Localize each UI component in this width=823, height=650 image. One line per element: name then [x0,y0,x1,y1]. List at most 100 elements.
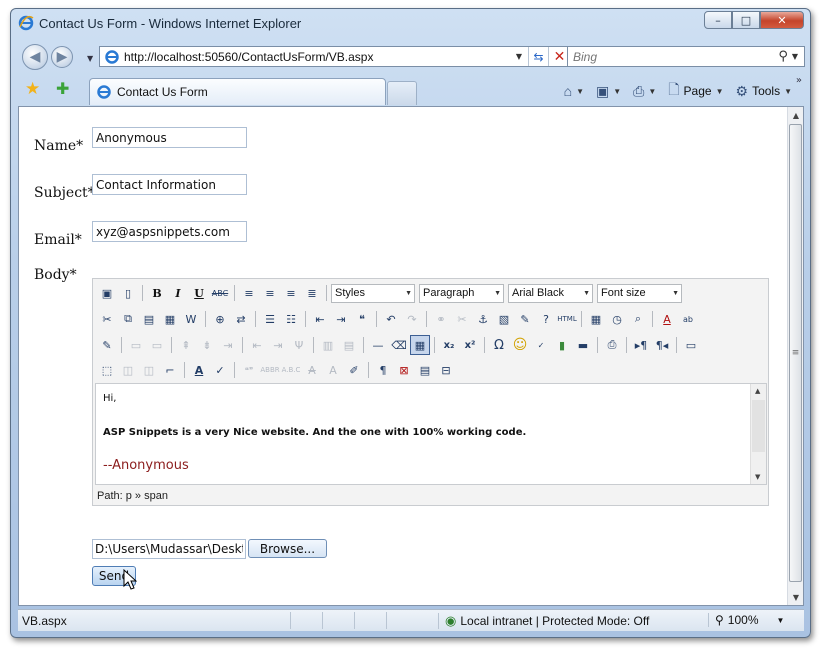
search-icon[interactable]: ⚲ [778,49,788,64]
superscript-icon[interactable]: x² [460,335,480,355]
cleanup-icon[interactable]: ✎ [515,309,535,329]
url-text[interactable]: http://localhost:50560/ContactUsForm/VB.… [124,50,516,64]
remove-format-icon[interactable]: ⌫ [389,335,409,355]
feeds-dropdown-icon[interactable]: ▼ [613,87,621,96]
save-icon[interactable]: ▣ [97,283,117,303]
scroll-up-icon[interactable]: ▲ [788,107,804,123]
new-tab-button[interactable] [387,81,417,105]
font-family-select[interactable]: Arial Black ▼ [508,283,593,303]
italic-icon[interactable]: I [168,283,188,303]
recent-pages-dropdown-icon[interactable]: ▼ [87,54,93,63]
preview-icon[interactable]: ⌕ [628,309,648,329]
tools-menu[interactable]: Tools [752,84,780,98]
table-visual-aid-icon[interactable]: ▦ [410,335,430,355]
close-button[interactable]: ✕ [760,11,804,29]
styles-select[interactable]: Styles ▼ [331,283,415,303]
styles-props-icon[interactable]: A [189,360,209,380]
page-break-icon[interactable]: ⊟ [436,360,456,380]
home-dropdown-icon[interactable]: ▼ [576,87,584,96]
strikethrough-icon[interactable]: ABC [210,283,230,303]
home-icon[interactable]: ⌂ [564,83,572,99]
search-dropdown-icon[interactable]: ▼ [792,52,798,61]
chevron-more-icon[interactable]: » [796,75,802,86]
align-left-icon[interactable]: ≡ [239,283,259,303]
add-favorites-icon[interactable]: ✚ [56,79,69,98]
link-icon[interactable]: ⚭ [431,309,451,329]
align-justify-icon[interactable]: ≣ [302,283,322,303]
paste-icon[interactable]: ▤ [139,309,159,329]
rtl-icon[interactable]: ¶◂ [652,335,672,355]
name-field[interactable] [92,127,247,148]
print-icon[interactable]: ⎙ [633,83,644,100]
ins-icon[interactable]: A [323,360,343,380]
insert-date-icon[interactable]: ▦ [586,309,606,329]
minimize-button[interactable]: – [704,11,732,29]
insert-row-after-icon[interactable]: ⇟ [197,335,217,355]
emoticon-icon[interactable]: ☺ [510,335,530,355]
split-cells-icon[interactable]: ▥ [318,335,338,355]
insert-time-icon[interactable]: ◷ [607,309,627,329]
search-box[interactable]: ⚲ ▼ [567,46,805,67]
align-center-icon[interactable]: ≡ [260,283,280,303]
undo-icon[interactable]: ↶ [381,309,401,329]
spell-dropdown-icon[interactable]: ✓ [210,360,230,380]
indent-icon[interactable]: ⇥ [331,309,351,329]
merge-cells-icon[interactable]: ▤ [339,335,359,355]
delete-row-icon[interactable]: ⇥ [218,335,238,355]
insert-col-after-icon[interactable]: ⇥ [268,335,288,355]
insert-layer-icon[interactable]: ⬚ [97,360,117,380]
find-icon[interactable]: ⊕ [210,309,230,329]
html-source-icon[interactable]: HTML [557,309,577,329]
page-scroll-thumb[interactable]: ≡ [789,124,802,582]
tools-dropdown-icon[interactable]: ▼ [784,87,792,96]
editor-content-area[interactable]: Hi, ASP Snippets is a very Nice website.… [95,383,767,485]
fullscreen-icon[interactable]: ▭ [681,335,701,355]
font-size-select[interactable]: Font size ▼ [597,283,682,303]
anchor-icon[interactable]: ⚓ [473,309,493,329]
blockquote-icon[interactable]: ❝ [352,309,372,329]
underline-icon[interactable]: U [189,283,209,303]
feeds-icon[interactable]: ▣ [596,83,609,100]
highlight-color-icon[interactable]: ab [678,309,698,329]
visual-chars-icon[interactable]: ¶ [373,360,393,380]
move-backward-icon[interactable]: ◫ [139,360,159,380]
scroll-down-icon[interactable]: ▼ [788,589,804,605]
nonbreaking-icon[interactable]: ⊠ [394,360,414,380]
editor-scroll-thumb[interactable] [752,400,765,452]
special-char-icon[interactable]: Ω [489,335,509,355]
absolute-icon[interactable]: ⌐ [160,360,180,380]
scroll-up-icon[interactable]: ▲ [755,387,760,395]
search-input[interactable] [568,49,779,64]
unlink-icon[interactable]: ✂ [452,309,472,329]
scroll-down-icon[interactable]: ▼ [755,473,760,481]
format-select[interactable]: Paragraph ▼ [419,283,504,303]
copy-icon[interactable]: ⧉ [118,309,138,329]
zoom-dropdown-icon[interactable]: ▼ [777,616,785,625]
print-dropdown-icon[interactable]: ▼ [648,87,656,96]
edit-css-icon[interactable]: ✎ [97,335,117,355]
replace-icon[interactable]: ⇄ [231,309,251,329]
email-field[interactable] [92,221,247,242]
align-right-icon[interactable]: ≡ [281,283,301,303]
ltr-icon[interactable]: ▸¶ [631,335,651,355]
subscript-icon[interactable]: x₂ [439,335,459,355]
media-icon[interactable]: ▮ [552,335,572,355]
address-dropdown-icon[interactable]: ▼ [516,52,522,61]
security-zone[interactable]: ◉ Local intranet | Protected Mode: Off [438,613,649,629]
insert-row-before-icon[interactable]: ⇞ [176,335,196,355]
maximize-button[interactable]: □ [732,11,760,29]
del-icon[interactable]: A [302,360,322,380]
move-forward-icon[interactable]: ◫ [118,360,138,380]
tab-contact-us-form[interactable]: Contact Us Form [89,78,386,105]
text-color-icon[interactable]: A [657,309,677,329]
outdent-icon[interactable]: ⇤ [310,309,330,329]
attribs-icon[interactable]: ✐ [344,360,364,380]
page-scrollbar[interactable]: ▲ ≡ ▼ [787,107,803,605]
image-icon[interactable]: ▧ [494,309,514,329]
template-icon[interactable]: ▤ [415,360,435,380]
paste-word-icon[interactable]: W [181,309,201,329]
help-icon[interactable]: ? [536,309,556,329]
numbered-list-icon[interactable]: ☷ [281,309,301,329]
row-props-icon[interactable]: ▭ [126,335,146,355]
file-path-field[interactable] [92,539,246,559]
